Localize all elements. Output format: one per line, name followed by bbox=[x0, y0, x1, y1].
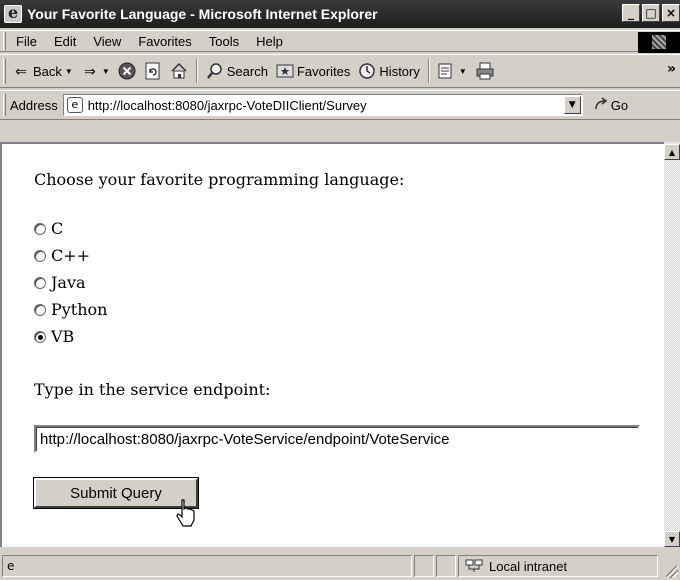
survey-form: Choose your favorite programming languag… bbox=[2, 144, 664, 509]
menu-view[interactable]: View bbox=[93, 34, 121, 49]
resize-grip[interactable] bbox=[666, 566, 678, 578]
option-c-label: C bbox=[51, 219, 64, 238]
stop-icon bbox=[118, 62, 136, 80]
radio-c[interactable] bbox=[34, 222, 46, 235]
option-c[interactable]: C bbox=[34, 215, 664, 242]
security-zone: Local intranet bbox=[458, 555, 658, 577]
endpoint-input[interactable]: http://localhost:8080/jaxrpc-VoteService… bbox=[34, 425, 640, 453]
menu-tools[interactable]: Tools bbox=[209, 34, 239, 49]
option-java-label: Java bbox=[51, 273, 86, 292]
address-input[interactable]: e http://localhost:8080/jaxrpc-VoteDIICl… bbox=[62, 94, 583, 116]
minimize-button[interactable]: _ bbox=[622, 4, 640, 22]
window-title: Your Favorite Language - Microsoft Inter… bbox=[27, 6, 378, 22]
option-python[interactable]: Python bbox=[34, 296, 664, 323]
status-text: e bbox=[2, 555, 412, 577]
option-java[interactable]: Java bbox=[34, 269, 664, 296]
back-label: Back bbox=[33, 63, 62, 79]
search-button[interactable]: Search bbox=[206, 62, 268, 80]
standard-toolbar: ⇐ Back ▼ ⇒ ▼ Search Favorites History ▼ … bbox=[0, 54, 680, 88]
language-options: C C++ Java Python VB bbox=[34, 215, 664, 350]
toolbar-overflow-button[interactable]: » bbox=[667, 61, 676, 77]
stop-button[interactable] bbox=[118, 62, 136, 80]
option-cpp-label: C++ bbox=[51, 246, 91, 265]
history-icon bbox=[359, 63, 376, 79]
menu-grip[interactable] bbox=[3, 32, 6, 50]
windows-logo-icon bbox=[638, 32, 680, 53]
back-button[interactable]: ⇐ Back ▼ bbox=[12, 62, 73, 80]
mail-button[interactable]: ▼ bbox=[438, 62, 467, 80]
address-grip[interactable] bbox=[3, 94, 6, 116]
toolbar-grip[interactable] bbox=[3, 58, 6, 84]
forward-arrow-icon: ⇒ bbox=[83, 63, 96, 79]
refresh-button[interactable] bbox=[144, 62, 162, 80]
favorites-label: Favorites bbox=[296, 63, 351, 79]
option-vb-label: VB bbox=[51, 327, 75, 346]
go-button[interactable]: Go bbox=[593, 97, 628, 113]
menu-bar: File Edit View Favorites Tools Help bbox=[0, 30, 680, 53]
favorites-button[interactable]: Favorites bbox=[276, 62, 350, 80]
radio-java[interactable] bbox=[34, 276, 46, 289]
status-bar: e Local intranet bbox=[0, 552, 680, 580]
print-icon bbox=[476, 62, 494, 80]
title-bar: Your Favorite Language - Microsoft Inter… bbox=[0, 0, 680, 28]
print-button[interactable] bbox=[475, 62, 495, 80]
ie-logo-icon bbox=[4, 3, 22, 23]
page-icon: e bbox=[66, 97, 83, 113]
scroll-down-button[interactable]: ▼ bbox=[664, 531, 680, 547]
toolbar-separator bbox=[195, 59, 198, 83]
mouse-pointer-icon bbox=[176, 499, 195, 527]
back-arrow-icon: ⇐ bbox=[15, 63, 27, 79]
forward-dropdown-icon[interactable]: ▼ bbox=[102, 67, 110, 76]
radio-cpp[interactable] bbox=[34, 249, 46, 262]
search-icon bbox=[206, 63, 222, 79]
menu-favorites[interactable]: Favorites bbox=[138, 34, 191, 49]
back-dropdown-icon[interactable]: ▼ bbox=[65, 67, 73, 76]
status-panel bbox=[436, 555, 456, 577]
radio-vb[interactable] bbox=[34, 330, 46, 343]
scroll-up-button[interactable]: ▲ bbox=[664, 144, 680, 160]
history-label: History bbox=[379, 63, 420, 79]
menu-file[interactable]: File bbox=[16, 34, 37, 49]
home-button[interactable] bbox=[170, 62, 188, 80]
language-prompt: Choose your favorite programming languag… bbox=[34, 170, 405, 189]
address-bar: Address e http://localhost:8080/jaxrpc-V… bbox=[0, 90, 680, 120]
menu-help[interactable]: Help bbox=[256, 34, 283, 49]
status-panel bbox=[414, 555, 434, 577]
favorites-icon bbox=[276, 64, 294, 78]
mail-icon bbox=[438, 63, 452, 79]
address-dropdown-button[interactable]: ▼ bbox=[563, 96, 581, 114]
radio-python[interactable] bbox=[34, 303, 46, 316]
toolbar-separator bbox=[427, 59, 430, 83]
window-controls: _ □ × bbox=[622, 4, 680, 22]
option-python-label: Python bbox=[51, 300, 108, 319]
home-icon bbox=[171, 62, 187, 79]
go-arrow-icon bbox=[594, 97, 607, 110]
zone-label: Local intranet bbox=[489, 558, 568, 574]
history-button[interactable]: History bbox=[358, 62, 420, 80]
page-viewport: Choose your favorite programming languag… bbox=[0, 142, 664, 547]
search-label: Search bbox=[226, 63, 268, 79]
option-vb[interactable]: VB bbox=[34, 323, 664, 350]
vertical-scrollbar[interactable]: ▲ ▼ bbox=[664, 142, 680, 547]
maximize-button[interactable]: □ bbox=[642, 4, 660, 22]
forward-button[interactable]: ⇒ ▼ bbox=[81, 62, 110, 80]
refresh-icon bbox=[145, 62, 160, 80]
intranet-icon bbox=[465, 559, 483, 572]
page-done-icon: e bbox=[7, 559, 15, 573]
option-cpp[interactable]: C++ bbox=[34, 242, 664, 269]
address-label: Address bbox=[10, 97, 58, 113]
menu-edit[interactable]: Edit bbox=[54, 34, 76, 49]
close-button[interactable]: × bbox=[662, 4, 680, 22]
address-url[interactable]: http://localhost:8080/jaxrpc-VoteDIIClie… bbox=[88, 98, 367, 113]
mail-dropdown-icon[interactable]: ▼ bbox=[459, 67, 467, 76]
endpoint-label: Type in the service endpoint: bbox=[34, 380, 271, 399]
go-label: Go bbox=[610, 97, 629, 113]
